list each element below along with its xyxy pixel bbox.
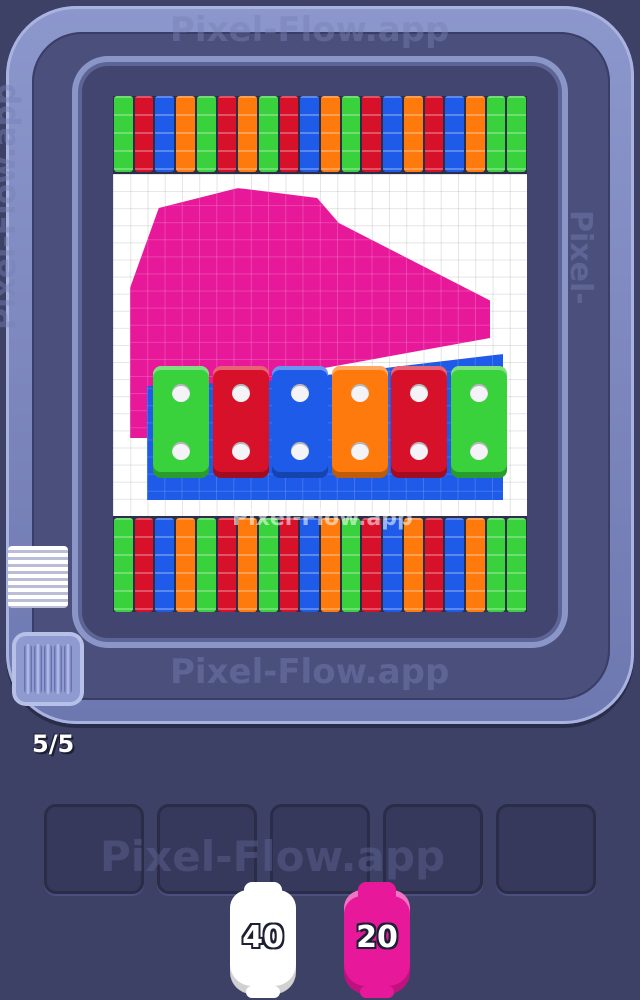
green-color-block[interactable] (153, 366, 209, 478)
top-color-stripe (238, 96, 257, 172)
watermark-left: Pixel-Flow.app (0, 83, 23, 330)
top-color-stripe (486, 96, 506, 172)
top-color-stripe (465, 96, 485, 172)
top-color-stripe (341, 96, 361, 172)
bottom-color-stripe (486, 518, 506, 612)
bottom-color-stripe (176, 518, 195, 612)
block-hole (469, 384, 488, 402)
top-color-stripe (279, 96, 299, 172)
top-color-stripe (176, 96, 195, 172)
spring-launcher-icon[interactable] (16, 636, 80, 702)
block-hole (410, 442, 429, 460)
watermark-bottom: Pixel-Flow.app (170, 652, 450, 692)
shooter-feet (246, 986, 280, 998)
block-hole (350, 384, 369, 402)
top-color-stripe (114, 96, 133, 172)
shooter-count: 40 (242, 920, 284, 955)
launcher-dispenser[interactable] (8, 546, 68, 608)
block-hole (410, 384, 429, 402)
bottom-color-stripe (279, 518, 299, 612)
bottom-color-stripe (258, 518, 278, 612)
shooter-ears (358, 882, 396, 904)
color-block-row (153, 366, 507, 482)
bottom-color-stripe (196, 518, 216, 612)
bottom-color-stripe (465, 518, 485, 612)
empty-slot[interactable] (496, 804, 596, 894)
pink-shooter-piece[interactable]: 20 (344, 882, 410, 998)
top-color-stripe (300, 96, 320, 172)
shooter-ears (244, 882, 282, 904)
shots-counter: 5/5 (32, 730, 75, 758)
orange-color-block[interactable] (331, 366, 388, 478)
top-color-stripe (155, 96, 175, 172)
bottom-color-stripe (321, 518, 340, 612)
top-color-stripe (507, 96, 527, 172)
bottom-color-stripe (341, 518, 361, 612)
block-hole (172, 442, 190, 460)
top-color-stripe (383, 96, 402, 172)
block-hole (231, 384, 250, 402)
blue-color-block[interactable] (272, 366, 329, 478)
bottom-color-stripe (362, 518, 382, 612)
top-color-stripe (424, 96, 444, 172)
watermark-slots: Pixel-Flow.app (100, 832, 446, 881)
shooter-feet (360, 986, 394, 998)
bottom-color-stripes (113, 518, 527, 612)
block-hole (231, 442, 250, 460)
top-color-stripe (445, 96, 464, 172)
red-color-block[interactable] (391, 366, 448, 478)
top-color-stripes (113, 96, 527, 172)
bottom-color-stripe (134, 518, 154, 612)
bottom-color-stripe (445, 518, 464, 612)
bottom-color-stripe (155, 518, 175, 612)
block-hole (291, 442, 310, 460)
top-color-stripe (196, 96, 216, 172)
block-hole (350, 442, 369, 460)
bottom-color-stripe (507, 518, 527, 612)
top-color-stripe (321, 96, 340, 172)
green-color-block[interactable] (450, 366, 507, 478)
block-hole (469, 442, 488, 460)
top-color-stripe (403, 96, 423, 172)
pixel-board (113, 96, 527, 612)
top-color-stripe (258, 96, 278, 172)
shooter-count: 20 (356, 920, 398, 955)
white-shooter-piece[interactable]: 40 (230, 882, 296, 998)
top-color-stripe (217, 96, 237, 172)
block-hole (172, 384, 190, 402)
watermark-top: Pixel-Flow.app (170, 10, 450, 50)
bottom-color-stripe (424, 518, 444, 612)
bottom-color-stripe (114, 518, 133, 612)
top-color-stripe (362, 96, 382, 172)
bottom-color-stripe (300, 518, 320, 612)
top-color-stripe (134, 96, 154, 172)
bottom-color-stripe (383, 518, 402, 612)
block-hole (291, 384, 310, 402)
bottom-color-stripe (403, 518, 423, 612)
bottom-color-stripe (217, 518, 237, 612)
watermark-center: Pixel-Flow.app (232, 506, 413, 531)
bottom-color-stripe (238, 518, 257, 612)
red-color-block[interactable] (212, 366, 269, 478)
